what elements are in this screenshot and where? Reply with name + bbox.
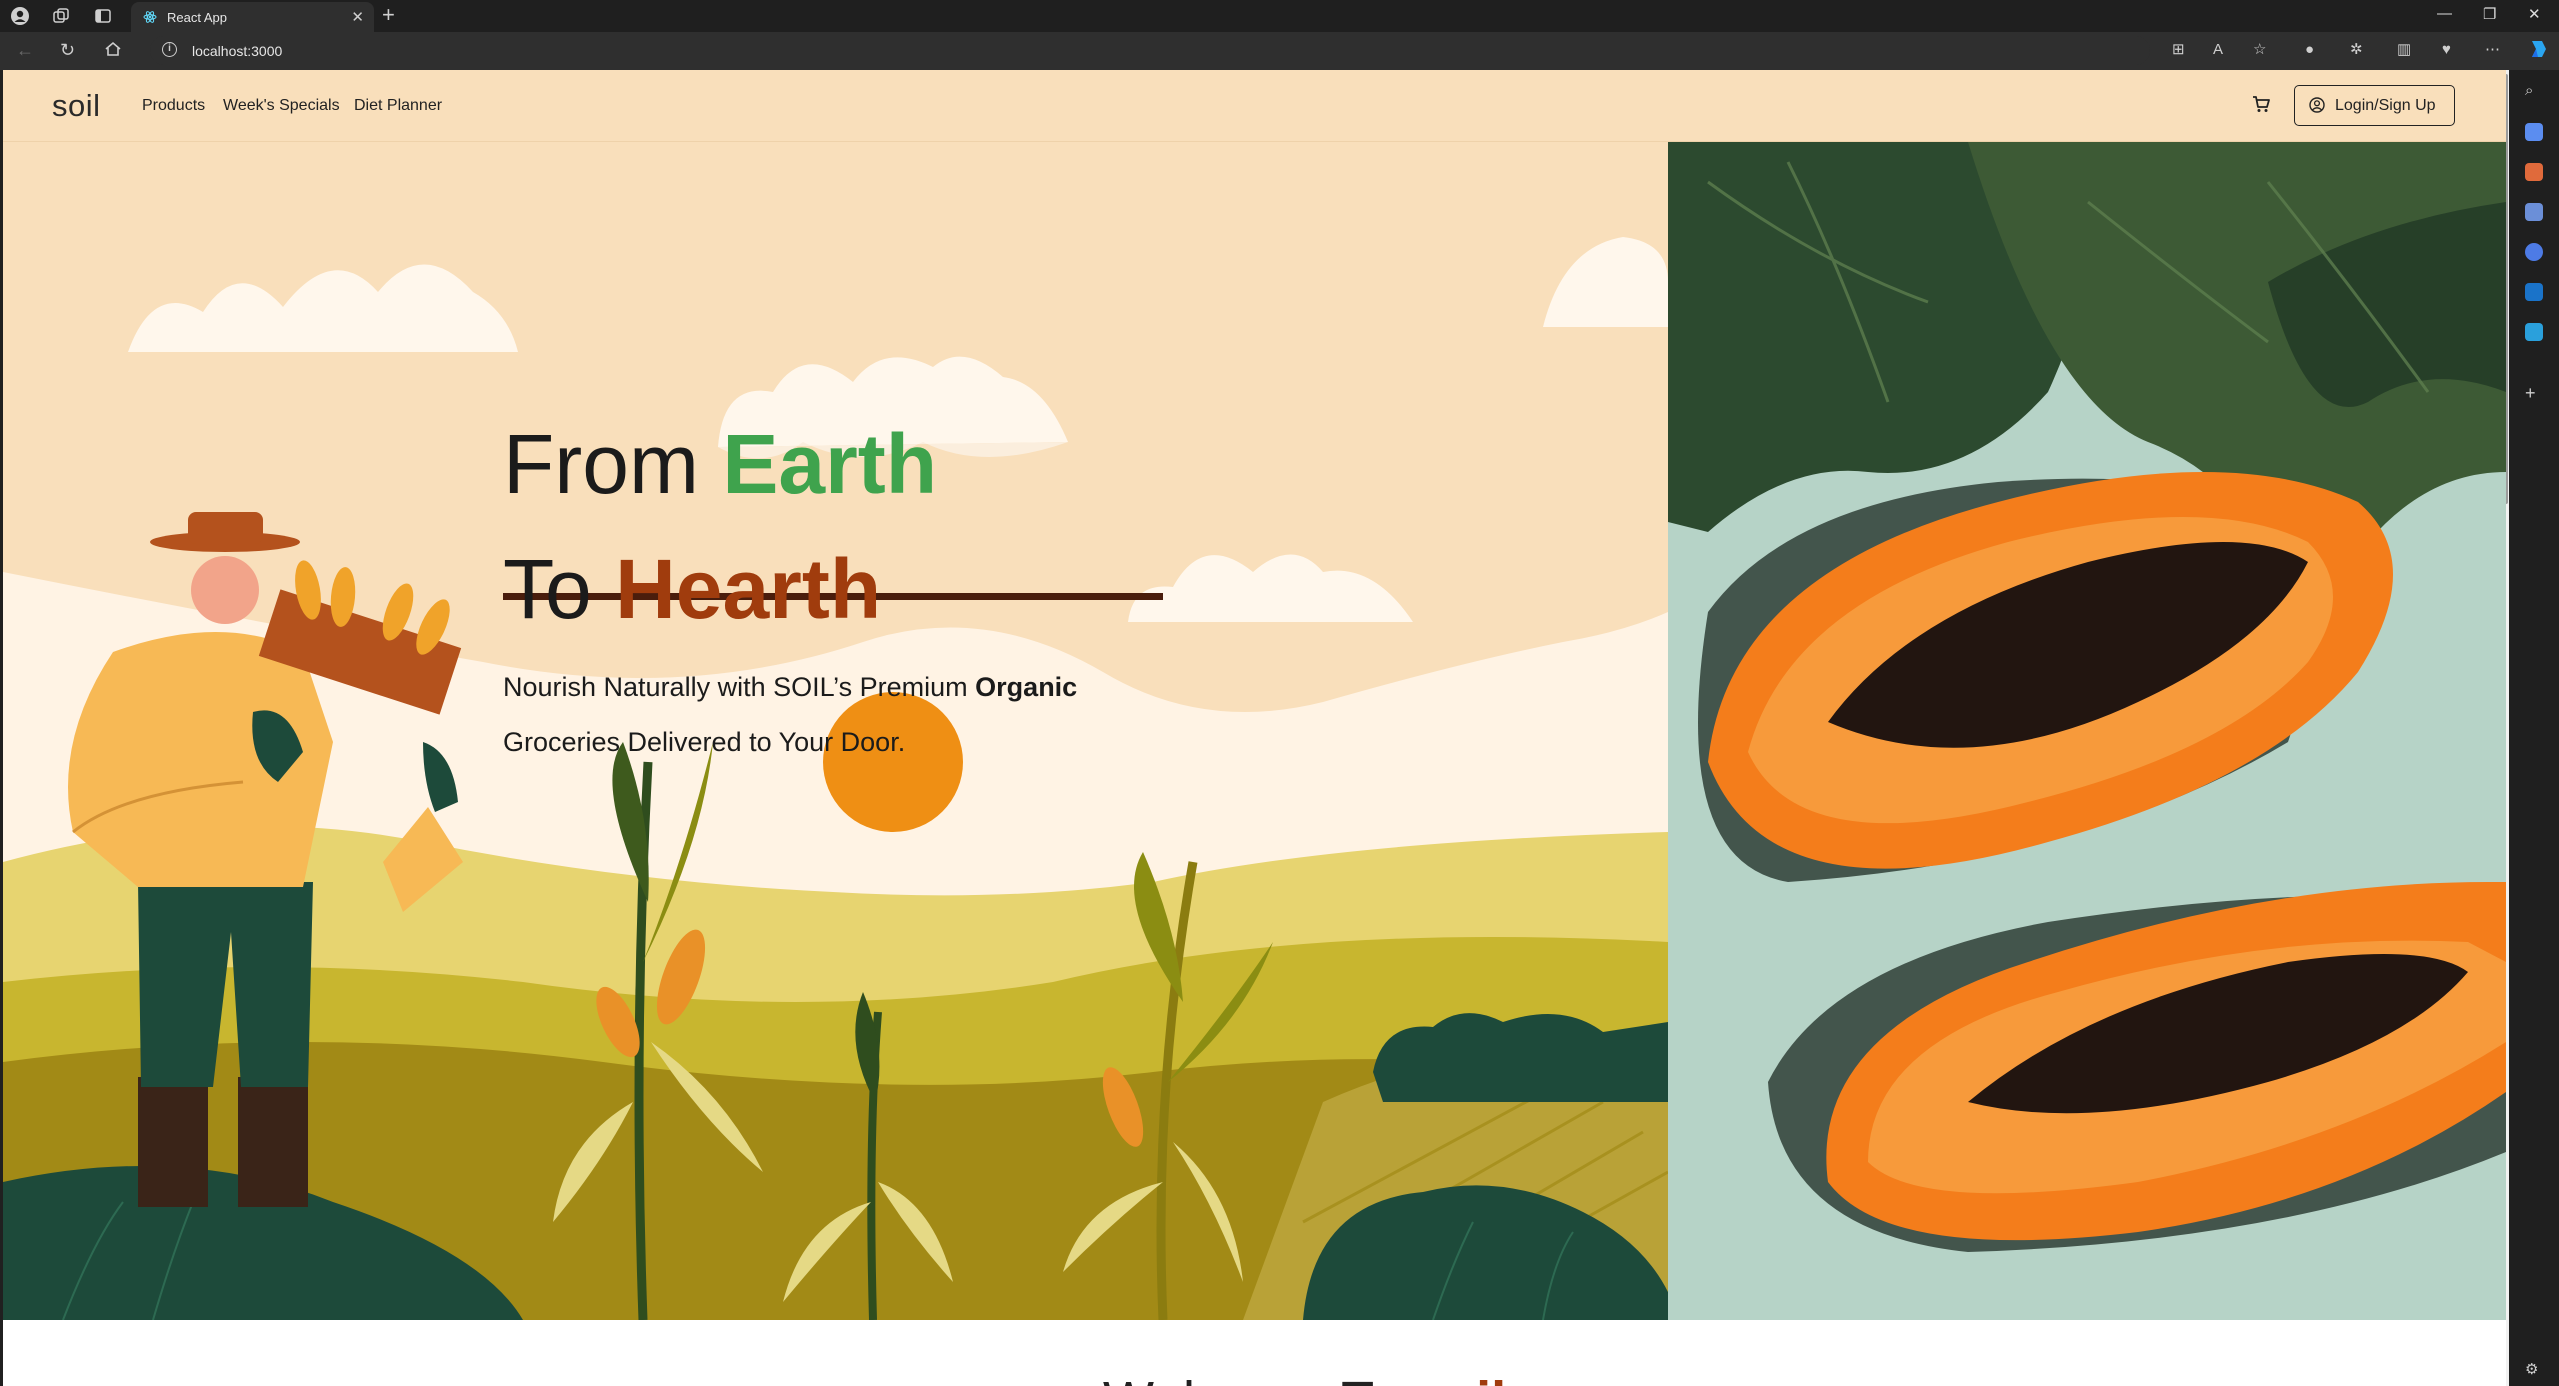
hero-subtitle-bold: Organic — [975, 672, 1078, 702]
shopping-icon[interactable] — [2525, 123, 2543, 141]
hero-subtitle-line1: Nourish Naturally with SOIL’s Premium Or… — [503, 672, 1077, 703]
hero-subtitle-line2: Groceries Delivered to Your Door. — [503, 727, 906, 757]
browser-tab-active[interactable]: React App ✕ — [131, 2, 374, 32]
restore-icon[interactable]: ❐ — [2483, 5, 2496, 23]
user-circle-icon — [2309, 97, 2325, 113]
react-favicon-icon — [143, 11, 157, 23]
login-signup-button[interactable]: Login/Sign Up — [2294, 85, 2455, 126]
edge-sidebar: ⌕ + ⚙ — [2509, 70, 2559, 1386]
welcome-heading: Welcome To soil — [1103, 1370, 1506, 1386]
hero-title-earth: Earth — [722, 417, 938, 511]
welcome-prefix: Welcome To — [1103, 1371, 1398, 1386]
hero-papaya-photo — [1668, 142, 2506, 1320]
nav-link-diet-planner[interactable]: Diet Planner — [354, 97, 442, 115]
page-viewport: soil Products Week's Specials Diet Plann… — [3, 70, 2506, 1386]
close-window-icon[interactable]: ✕ — [2528, 5, 2541, 23]
hero-title-from: From — [503, 417, 699, 511]
site-navbar: soil Products Week's Specials Diet Plann… — [3, 70, 2506, 142]
close-tab-icon[interactable]: ✕ — [351, 8, 364, 26]
split-screen-icon[interactable]: ▥ — [2397, 41, 2411, 59]
cart-icon[interactable] — [2251, 94, 2271, 114]
hero-title-to: To — [503, 542, 592, 636]
microsoft365-icon[interactable] — [2525, 243, 2543, 261]
copilot-icon[interactable] — [2526, 37, 2550, 66]
url-text[interactable]: localhost:3000 — [192, 43, 282, 59]
minimize-icon[interactable]: — — [2437, 5, 2452, 22]
browser-toolbar: ← ↻ i localhost:3000 ⊞ A ☆ ● ✲ ▥ ♥ ⋯ — [0, 32, 2559, 70]
tools-icon[interactable] — [2525, 163, 2543, 181]
add-sidebar-app-icon[interactable]: + — [2525, 383, 2543, 403]
search-icon[interactable]: ⌕ — [2525, 82, 2543, 100]
extensions-icon[interactable]: ✲ — [2350, 41, 2363, 59]
hero-subtitle-text: Nourish Naturally with SOIL’s Premium — [503, 672, 968, 702]
brand-logo[interactable]: soil — [52, 88, 101, 124]
games-icon[interactable] — [2525, 203, 2543, 221]
back-icon[interactable]: ← — [16, 40, 34, 60]
nav-link-weeks-specials[interactable]: Week's Specials — [223, 97, 340, 115]
browser-essentials-icon[interactable]: ♥ — [2442, 41, 2451, 59]
browser-tab-bar: React App ✕ + — ❐ ✕ — [0, 0, 2559, 32]
hero-title-hearth: Hearth — [615, 542, 882, 636]
more-menu-icon[interactable]: ⋯ — [2485, 41, 2500, 59]
outlook-icon[interactable] — [2525, 283, 2543, 301]
sidebar-settings-icon[interactable]: ⚙ — [2525, 1360, 2543, 1378]
new-tab-icon[interactable]: + — [382, 4, 395, 26]
site-info-icon[interactable]: i — [162, 42, 177, 57]
read-aloud-icon[interactable]: A — [2213, 41, 2223, 59]
hero-title-line1: From Earth — [503, 422, 937, 506]
telegram-icon[interactable] — [2525, 323, 2543, 341]
hero-illustration: From Earth To Hearth Nourish Naturally w… — [3, 142, 1668, 1320]
address-bar[interactable]: i localhost:3000 — [150, 36, 2150, 65]
profile-icon[interactable] — [10, 6, 30, 26]
favorite-star-icon[interactable]: ☆ — [2253, 41, 2266, 59]
sun — [823, 692, 963, 832]
tab-actions-icon[interactable] — [93, 6, 113, 26]
nav-link-products[interactable]: Products — [142, 97, 205, 115]
tab-title: React App — [167, 10, 227, 25]
app-available-icon[interactable]: ⊞ — [2172, 41, 2185, 59]
home-icon[interactable] — [104, 40, 122, 62]
welcome-accent: soil — [1413, 1371, 1506, 1386]
refresh-icon[interactable]: ↻ — [60, 40, 75, 60]
hero-title-line2: To Hearth — [503, 547, 881, 631]
workspaces-icon[interactable] — [51, 6, 71, 26]
login-signup-label: Login/Sign Up — [2335, 97, 2436, 114]
extension-circle-icon[interactable]: ● — [2305, 41, 2314, 59]
